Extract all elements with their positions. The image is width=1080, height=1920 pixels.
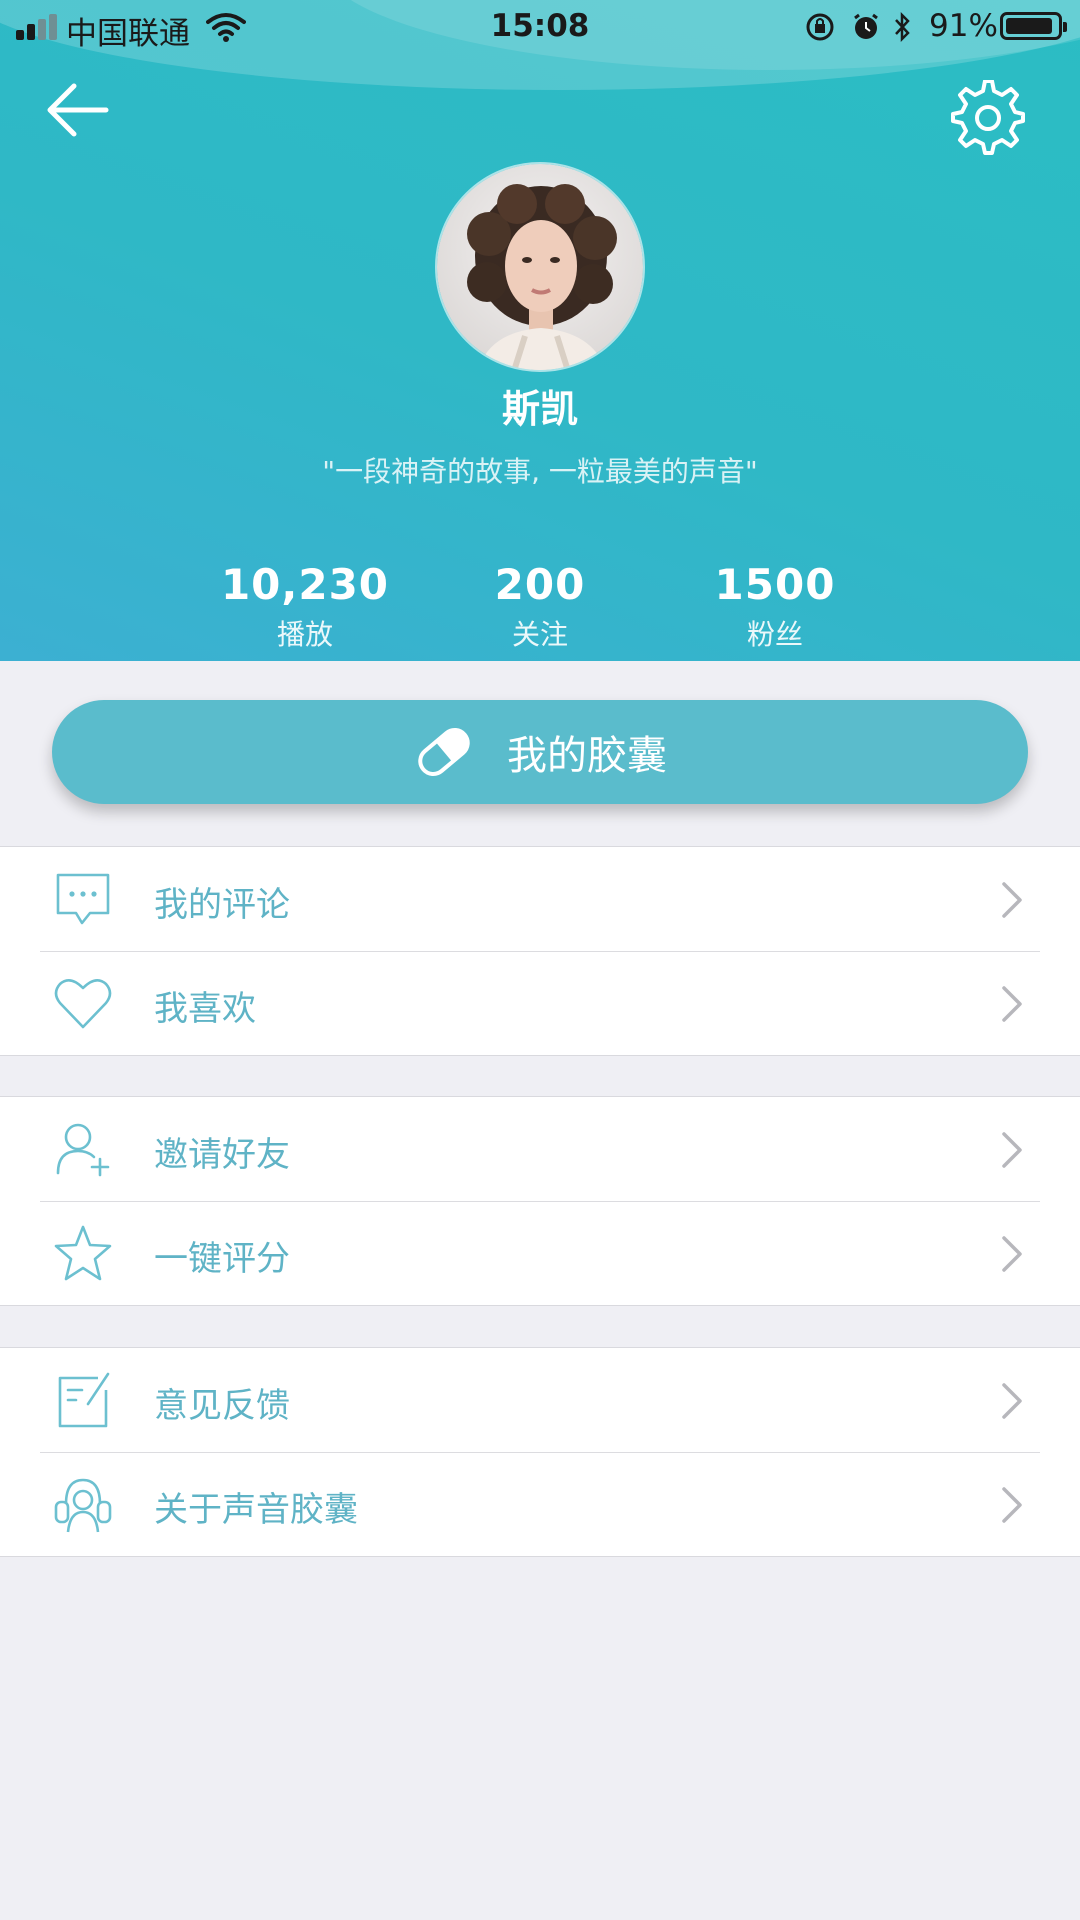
status-icons bbox=[806, 11, 910, 43]
chevron-right-icon bbox=[1002, 882, 1022, 918]
bluetooth-icon bbox=[895, 11, 910, 43]
stat-plays[interactable]: 10,230 播放 bbox=[185, 560, 425, 653]
menu-group-social: 邀请好友 一键评分 bbox=[0, 1096, 1080, 1306]
menu-item-label: 一键评分 bbox=[154, 1239, 290, 1279]
star-icon bbox=[54, 1225, 112, 1281]
avatar[interactable] bbox=[435, 162, 645, 372]
rotation-lock-icon bbox=[806, 13, 834, 41]
profile-header: 中国联通 15:08 91% 斯凯 "一段神奇的故事, 一粒最美的声音" 10,… bbox=[0, 0, 1080, 661]
menu-item-label: 意见反馈 bbox=[154, 1386, 290, 1426]
menu-item-about[interactable]: 关于声音胶囊 bbox=[0, 1452, 1080, 1556]
chevron-right-icon bbox=[1002, 986, 1022, 1022]
menu-item-feedback[interactable]: 意见反馈 bbox=[0, 1348, 1080, 1452]
menu-item-my-comments[interactable]: 我的评论 bbox=[0, 847, 1080, 951]
about-icon bbox=[54, 1478, 112, 1533]
heart-icon bbox=[54, 979, 112, 1029]
stat-label: 播放 bbox=[276, 618, 333, 651]
alarm-icon bbox=[854, 13, 878, 39]
feedback-icon bbox=[58, 1372, 110, 1428]
chevron-right-icon bbox=[1002, 1236, 1022, 1272]
capsule-icon bbox=[418, 728, 470, 776]
menu-item-rate-app[interactable]: 一键评分 bbox=[0, 1201, 1080, 1305]
user-bio: "一段神奇的故事, 一粒最美的声音" bbox=[322, 455, 758, 488]
chevron-right-icon bbox=[1002, 1487, 1022, 1523]
back-arrow-icon[interactable] bbox=[44, 78, 114, 142]
menu-group-about: 意见反馈 关于声音胶囊 bbox=[0, 1347, 1080, 1557]
user-name: 斯凯 bbox=[501, 387, 578, 431]
comment-icon bbox=[56, 873, 110, 925]
battery-percent: 91% bbox=[929, 8, 998, 44]
battery-icon bbox=[1000, 12, 1067, 40]
my-capsules-label: 我的胶囊 bbox=[507, 733, 667, 779]
stat-value: 1500 bbox=[714, 560, 836, 609]
stat-label: 关注 bbox=[511, 618, 568, 651]
menu-item-label: 关于声音胶囊 bbox=[154, 1490, 358, 1530]
stat-followers[interactable]: 1500 粉丝 bbox=[655, 560, 895, 653]
chevron-right-icon bbox=[1002, 1132, 1022, 1168]
menu-item-label: 我的评论 bbox=[154, 885, 290, 925]
stat-label: 粉丝 bbox=[746, 618, 803, 651]
chevron-right-icon bbox=[1002, 1383, 1022, 1419]
stat-value: 200 bbox=[494, 560, 586, 609]
menu-item-invite-friends[interactable]: 邀请好友 bbox=[0, 1097, 1080, 1201]
gear-icon[interactable] bbox=[950, 80, 1026, 156]
status-bar: 中国联通 15:08 91% bbox=[0, 0, 1080, 54]
add-user-icon bbox=[56, 1123, 110, 1177]
stat-following[interactable]: 200 关注 bbox=[420, 560, 660, 653]
menu-item-label: 邀请好友 bbox=[154, 1135, 290, 1175]
menu-group-activity: 我的评论 我喜欢 bbox=[0, 846, 1080, 1056]
stat-value: 10,230 bbox=[220, 560, 390, 609]
stats-bar: 10,230 播放 200 关注 1500 粉丝 bbox=[0, 560, 1080, 660]
menu-item-label: 我喜欢 bbox=[154, 989, 256, 1029]
menu-item-my-likes[interactable]: 我喜欢 bbox=[0, 951, 1080, 1055]
avatar-image bbox=[437, 164, 643, 370]
my-capsules-button[interactable]: 我的胶囊 bbox=[52, 700, 1028, 804]
